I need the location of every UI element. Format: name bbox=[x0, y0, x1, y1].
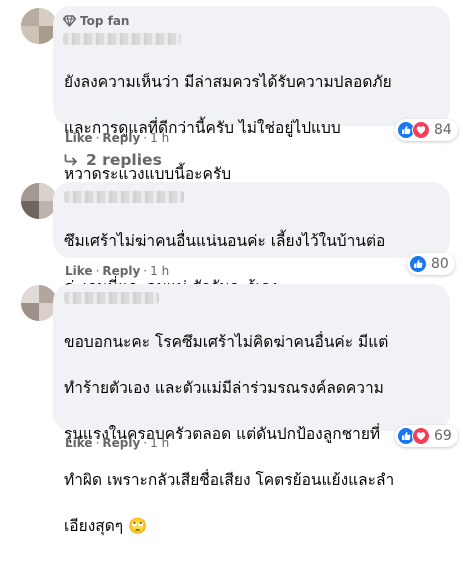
top-fan-badge: Top fan bbox=[63, 14, 129, 28]
reply-button[interactable]: Reply bbox=[102, 436, 140, 450]
timestamp[interactable]: 1 h bbox=[150, 436, 169, 450]
love-icon bbox=[412, 427, 430, 445]
comment-text: ขอบอกนะคะ โรคซึมเศร้าไม่คิดฆ่าคนอื่นค่ะ … bbox=[64, 333, 395, 535]
timestamp[interactable]: 1 h bbox=[150, 131, 169, 145]
comment-actions: Like · Reply · 1 h bbox=[65, 264, 170, 278]
reply-button[interactable]: Reply bbox=[102, 264, 140, 278]
diamond-icon bbox=[63, 15, 76, 27]
avatar[interactable] bbox=[21, 285, 57, 321]
reply-button[interactable]: Reply bbox=[102, 131, 140, 145]
like-button[interactable]: Like bbox=[65, 436, 93, 450]
timestamp[interactable]: 1 h bbox=[150, 264, 169, 278]
reaction-summary[interactable]: 80 bbox=[407, 253, 455, 275]
reaction-summary[interactable]: 69 bbox=[395, 425, 458, 447]
reply-arrow-icon bbox=[64, 154, 77, 166]
reaction-count: 80 bbox=[431, 256, 449, 272]
reaction-summary[interactable]: 84 bbox=[395, 119, 458, 141]
reaction-count: 84 bbox=[434, 122, 452, 138]
avatar[interactable] bbox=[21, 183, 57, 219]
commenter-name[interactable] bbox=[64, 292, 159, 304]
commenter-name[interactable] bbox=[63, 33, 181, 45]
avatar[interactable] bbox=[21, 8, 57, 44]
like-button[interactable]: Like bbox=[65, 131, 93, 145]
commenter-name[interactable] bbox=[64, 191, 184, 203]
love-icon bbox=[412, 121, 430, 139]
reaction-count: 69 bbox=[434, 428, 452, 444]
replies-label: 2 replies bbox=[86, 151, 162, 169]
like-icon bbox=[409, 255, 427, 273]
comment-actions: Like · Reply · 1 h bbox=[65, 436, 170, 450]
comment-actions: Like · Reply · 1 h bbox=[65, 131, 170, 145]
view-replies-link[interactable]: 2 replies bbox=[64, 151, 162, 169]
like-button[interactable]: Like bbox=[65, 264, 93, 278]
badge-label: Top fan bbox=[80, 14, 130, 28]
